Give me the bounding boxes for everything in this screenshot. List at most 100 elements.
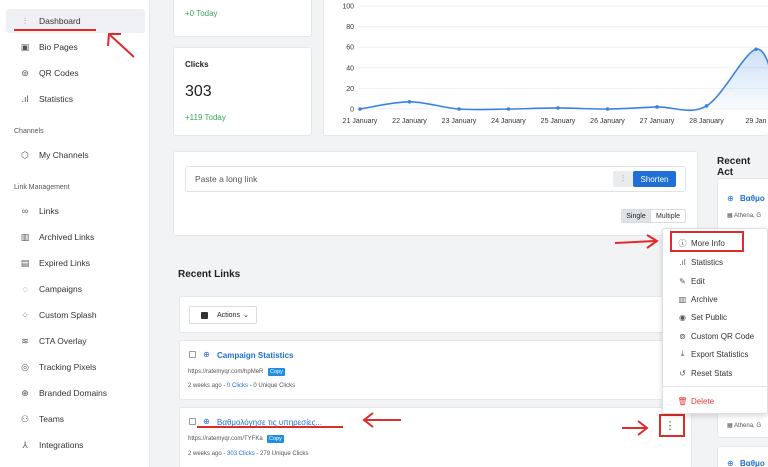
actions-dropdown[interactable]: Actions ⌄ [189, 306, 257, 324]
eye-icon: ◉ [679, 312, 686, 322]
globe-icon: ⊕ [203, 350, 210, 359]
bar-chart-icon: .ıl [21, 94, 29, 104]
chart-line [359, 48, 768, 112]
clicks-card: Clicks 303 +119 Today [173, 47, 312, 136]
sidebar-item-label: My Channels [39, 150, 89, 160]
link-title[interactable]: Campaign Statistics [217, 351, 293, 360]
sidebar-item-archived-links[interactable]: ▥ Archived Links [6, 225, 145, 249]
globe-icon: ⊕ [21, 387, 29, 398]
sidebar-item-statistics[interactable]: .ıl Statistics [6, 87, 145, 111]
menu-item-statistics[interactable]: .ıl Statistics [677, 255, 723, 269]
link-clicks[interactable]: 0 Clicks [227, 383, 248, 389]
sidebar-item-label: Tracking Pixels [39, 362, 97, 372]
row-checkbox[interactable] [189, 351, 196, 358]
sliders-icon: ⫶ [23, 15, 27, 26]
chevron-down-icon: ⌄ [242, 312, 249, 319]
archive-icon: ▥ [20, 231, 30, 242]
x-tick-label: 28 January [689, 118, 724, 125]
menu-item-delete[interactable]: 🗑 Delete [677, 394, 714, 408]
calendar-icon: ▤ [20, 257, 30, 268]
short-url[interactable]: https://ratemyqr.com/hpMeR [188, 369, 263, 375]
annotation-arrow [622, 420, 649, 436]
menu-item-archive[interactable]: ▥ Archive [677, 292, 718, 306]
link-unique: - 0 Unique Clicks [249, 383, 296, 389]
y-tick-label: 20 [346, 86, 354, 93]
clicks-chart-card: 0 20 40 60 80 100 21 January 22 January 23 Janua… [323, 0, 768, 136]
annotation-box [670, 231, 744, 252]
menu-item-reset-stats[interactable]: ↺ Reset Stats [677, 366, 732, 380]
activity-item-title[interactable]: Βαθμο [740, 194, 765, 203]
sidebar-item-label: CTA Overlay [39, 336, 87, 346]
qr-icon: ⊚ [21, 67, 29, 78]
sidebar-item-qr-codes[interactable]: ⊚ QR Codes [6, 61, 145, 85]
data-point [457, 107, 461, 111]
link-time: 2 weeks ago - [188, 383, 226, 389]
y-tick-label: 100 [342, 4, 354, 11]
actions-label: Actions [217, 311, 240, 319]
annotation-underline [197, 426, 343, 428]
users-icon: ⚇ [20, 413, 30, 424]
menu-divider [663, 386, 767, 387]
annotation-arrow [614, 234, 659, 249]
link-meta: 2 weeks ago - 0 Clicks - 0 Unique Clicks [188, 383, 295, 389]
clicks-label: Clicks [185, 60, 209, 69]
sliders-icon: ⫶ [622, 174, 624, 183]
data-point [556, 106, 560, 110]
sidebar-item-integrations[interactable]: ⅄ Integrations [6, 433, 145, 457]
flag-icon: ▦ [727, 213, 733, 219]
today-delta: +0 Today [185, 9, 218, 18]
sidebar-item-my-channels[interactable]: ⬡ My Channels [6, 143, 145, 167]
long-link-input[interactable]: Paste a long link [185, 166, 686, 192]
sidebar-item-custom-splash[interactable]: ⁘ Custom Splash [6, 303, 145, 327]
shorten-button[interactable]: Shorten [633, 171, 676, 187]
trash-icon: 🗑 [677, 396, 688, 406]
layers-icon: ≋ [21, 335, 29, 346]
bulk-actions-bar: Actions ⌄ [179, 296, 692, 333]
short-url[interactable]: https://ratemyqr.com/TYFKa [188, 436, 263, 442]
x-tick-label: 24 January [491, 118, 526, 125]
data-point [358, 107, 362, 111]
activity-item-location: ▦ Athena, G [727, 213, 762, 219]
clicks-value: 303 [185, 83, 212, 100]
toggle-single[interactable]: Single [621, 209, 651, 223]
sidebar-item-branded-domains[interactable]: ⊕ Branded Domains [6, 381, 145, 405]
select-all-checkbox[interactable] [201, 311, 208, 319]
qr-icon: ⊚ [679, 331, 686, 341]
compass-icon: ◎ [21, 361, 29, 372]
long-link-placeholder: Paste a long link [195, 174, 258, 184]
menu-item-custom-qr[interactable]: ⊚ Custom QR Code [677, 329, 754, 343]
link-options-menu: ⓘ More Info .ıl Statistics ✎ Edit ▥ Archive … [662, 228, 768, 414]
options-button[interactable]: ⫶ [613, 171, 633, 187]
sidebar-item-teams[interactable]: ⚇ Teams [6, 407, 145, 431]
section-label-link-management: Link Management [14, 184, 70, 191]
menu-item-set-public[interactable]: ◉ Set Public [677, 310, 727, 324]
x-tick-label: 21 January [343, 118, 378, 125]
menu-item-export-statistics[interactable]: ⤓ Export Statistics [677, 347, 749, 361]
layout-icon: ▣ [20, 41, 30, 52]
toggle-multiple[interactable]: Multiple [651, 209, 686, 223]
copy-button[interactable]: Copy [268, 368, 285, 376]
sidebar-item-label: Expired Links [39, 258, 91, 268]
sidebar-item-cta-overlay[interactable]: ≋ CTA Overlay [6, 329, 145, 353]
sidebar: ⫶ Dashboard ▣ Bio Pages ⊚ QR Codes .ıl S… [0, 0, 150, 467]
y-tick-label: 60 [346, 45, 354, 52]
sidebar-item-links[interactable]: ∞ Links [6, 199, 145, 223]
x-tick-label: 26 January [590, 118, 625, 125]
x-tick-label: 27 January [640, 118, 675, 125]
menu-item-edit[interactable]: ✎ Edit [677, 274, 705, 288]
link-row: ⊕ Βαθμολόγησε τις υπηρεσίες... https://r… [179, 407, 692, 467]
link-time: 2 weeks ago - [188, 451, 226, 457]
copy-button[interactable]: Copy [267, 435, 284, 443]
download-icon: ⤓ [680, 349, 685, 358]
link-clicks[interactable]: 303 Clicks [227, 451, 255, 457]
activity-item-title[interactable]: Βαθμο [740, 459, 765, 467]
row-checkbox[interactable] [189, 418, 196, 425]
stat-card-top: +0 Today [173, 0, 312, 37]
annotation-arrow [107, 33, 135, 58]
sidebar-item-tracking-pixels[interactable]: ◎ Tracking Pixels [6, 355, 145, 379]
sidebar-item-expired-links[interactable]: ▤ Expired Links [6, 251, 145, 275]
sidebar-item-campaigns[interactable]: ◌ Campaigns [6, 277, 145, 301]
chart-area [360, 49, 768, 111]
data-point [754, 47, 758, 52]
sidebar-item-label: Custom Splash [39, 310, 97, 320]
